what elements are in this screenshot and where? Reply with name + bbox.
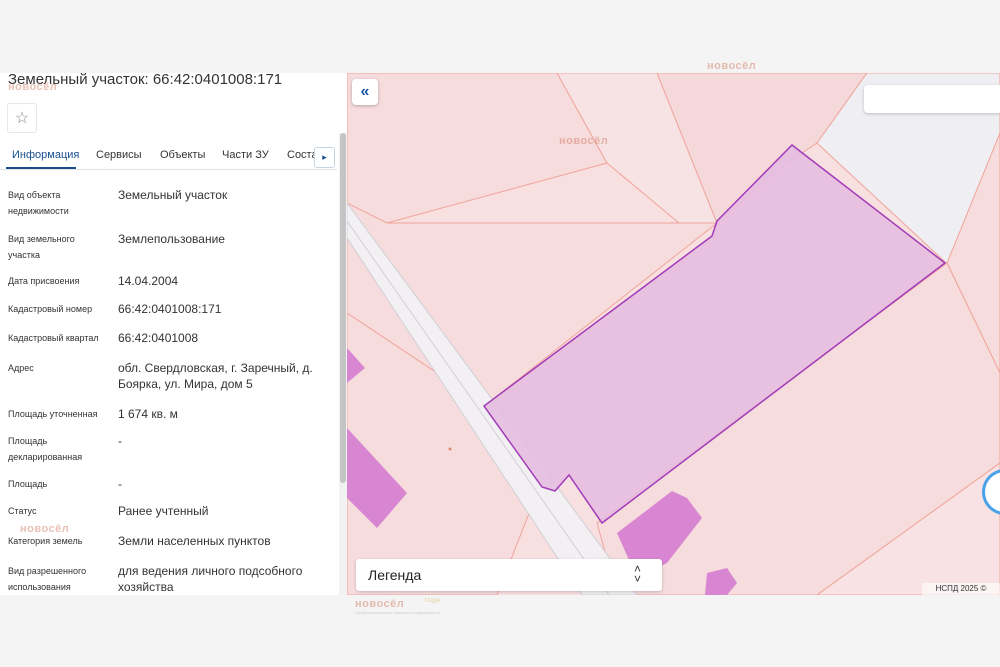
info-value: Земли населенных пунктов [118,534,271,548]
info-value: Землепользование [118,232,225,246]
info-label: Кадастровый квартал [8,333,99,343]
info-value: - [118,434,122,448]
info-label: Вид земельного участка [8,234,75,260]
info-value: 66:42:0401008 [118,331,199,345]
watermark-logo: новосёл [20,523,70,535]
watermark-logo: новосёл [559,135,609,147]
legend-dropdown[interactable]: Легенда ˄ ˅ [356,559,662,591]
active-tab-indicator [6,167,76,169]
tab-services[interactable]: Сервисы [96,149,142,161]
info-label: Вид разрешенного использования [8,566,87,592]
legend-label: Легенда [368,567,422,583]
watermark-badge: ГОДА [425,598,441,604]
cadastral-map[interactable]: новосёл [347,73,1000,595]
info-label: Дата присвоения [8,276,80,286]
info-value: Земельный участок [118,188,228,202]
info-label: Категория земель [8,536,83,546]
object-info-panel: Земельный участок: 66:42:0401008:171 ☆ И… [0,73,347,595]
tab-objects[interactable]: Объекты [160,149,205,161]
panel-scrollbar-thumb[interactable] [340,133,346,483]
info-label: Площадь [8,479,48,489]
watermark-logo: новосёл [8,81,58,93]
info-value: - [118,477,122,491]
map-search-input[interactable] [864,85,1000,113]
favorite-star-icon[interactable]: ☆ [7,103,37,133]
tab-bar: Информация Сервисы Объекты Части ЗУ Сост… [0,141,337,170]
tab-parts[interactable]: Части ЗУ [222,149,269,161]
info-label: Статус [8,506,37,516]
tabs-scroll-right-icon[interactable]: ▸ [314,147,335,168]
info-label: Вид объекта недвижимости [8,190,69,216]
collapse-panel-button[interactable]: « [352,79,378,105]
info-label: Адрес [8,363,34,373]
map-canvas [347,73,1000,595]
tab-info[interactable]: Информация [12,149,79,161]
info-value: обл. Свердловская, г. Заречный, д. Боярк… [118,361,313,391]
info-value: 14.04.2004 [118,274,179,288]
info-label: Кадастровый номер [8,304,93,314]
watermark-logo: новосёл [707,60,757,72]
info-value: 66:42:0401008:171 [118,302,222,316]
screenshot-area: Земельный участок: 66:42:0401008:171 ☆ И… [0,73,1000,595]
chevron-up-down-icon[interactable]: ˄ ˅ [634,563,641,585]
info-value: 1 674 кв. м [118,407,178,421]
info-label: Площадь уточненная [8,409,98,419]
tab-composition[interactable]: Соста [287,149,318,161]
info-label: Площадь декларированная [8,436,83,462]
map-copyright: НСПД 2025 © [922,583,1000,595]
info-value: Ранее учтенный [118,504,209,518]
info-value: для ведения личного подсобного хозяйства [118,564,303,594]
